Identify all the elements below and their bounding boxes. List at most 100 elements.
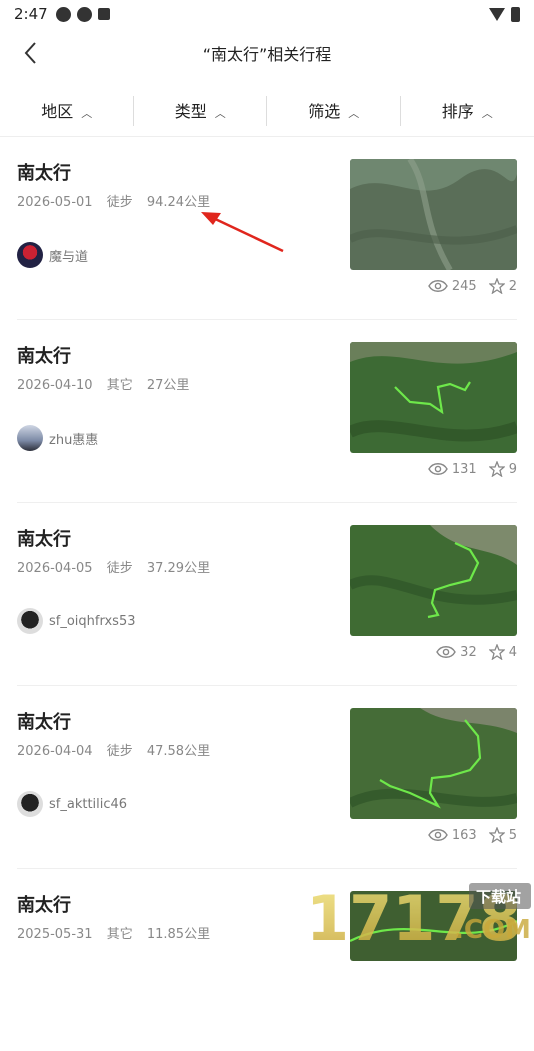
chevron-left-icon <box>16 38 46 68</box>
author-name: zhu惠惠 <box>49 429 98 448</box>
status-bar: 2:47 <box>0 0 534 28</box>
author-name: sf_oiqhfrxs53 <box>49 614 136 629</box>
star-count: 5 <box>509 828 517 843</box>
trip-author[interactable]: sf_akttilic46 <box>17 791 127 817</box>
status-time: 2:47 <box>14 5 48 23</box>
trip-title: 南太行 <box>17 891 71 917</box>
trip-stats: 163 5 <box>416 827 517 843</box>
view-count: 245 <box>452 279 477 294</box>
trip-title: 南太行 <box>17 525 71 551</box>
app-header: “南太行”相关行程 <box>0 28 534 78</box>
app-a-icon <box>98 8 110 20</box>
trip-distance: 11.85公里 <box>147 927 210 942</box>
trip-title: 南太行 <box>17 159 71 185</box>
trip-date: 2025-05-31 <box>17 927 93 942</box>
trip-map-thumbnail[interactable] <box>350 708 517 819</box>
stars-stat[interactable]: 4 <box>489 644 517 660</box>
trip-date: 2026-04-10 <box>17 378 93 393</box>
star-icon <box>489 278 505 294</box>
trip-stats: 131 9 <box>416 461 517 477</box>
author-name: sf_akttilic46 <box>49 797 127 812</box>
trip-map-thumbnail[interactable] <box>350 342 517 453</box>
views-stat: 32 <box>436 645 477 660</box>
trip-author[interactable]: sf_oiqhfrxs53 <box>17 608 136 634</box>
filter-screen[interactable]: 筛选 ︿ <box>267 98 401 122</box>
app-notification-icon <box>56 7 71 22</box>
filter-region[interactable]: 地区 ︿ <box>0 98 134 122</box>
trip-type: 其它 <box>107 378 133 393</box>
stars-stat[interactable]: 2 <box>489 278 517 294</box>
star-icon <box>489 827 505 843</box>
filter-label: 筛选 <box>308 102 340 121</box>
trip-card[interactable]: 南太行 2026-04-10 其它 27公里 zhu惠惠 131 <box>17 320 517 503</box>
filter-type[interactable]: 类型 ︿ <box>134 98 268 122</box>
eye-icon <box>428 279 448 293</box>
page-title: “南太行”相关行程 <box>203 41 332 65</box>
annotation-arrow-icon <box>195 207 290 257</box>
trip-meta: 2025-05-31 其它 11.85公里 <box>17 923 220 942</box>
eye-icon <box>436 645 456 659</box>
view-count: 131 <box>452 462 477 477</box>
trip-title: 南太行 <box>17 342 71 368</box>
battery-icon <box>511 7 520 22</box>
star-count: 9 <box>509 462 517 477</box>
avatar <box>17 425 43 451</box>
avatar <box>17 608 43 634</box>
avatar <box>17 791 43 817</box>
stars-stat[interactable]: 9 <box>489 461 517 477</box>
trip-card[interactable]: 南太行 2026-04-04 徒步 47.58公里 sf_akttilic46 … <box>17 686 517 869</box>
trip-title: 南太行 <box>17 708 71 734</box>
trip-type: 其它 <box>107 927 133 942</box>
avatar <box>17 242 43 268</box>
eye-icon <box>428 462 448 476</box>
notification-icons <box>56 7 110 22</box>
trip-stats: 245 2 <box>416 278 517 294</box>
system-icons <box>489 7 520 22</box>
trip-author[interactable]: zhu惠惠 <box>17 425 98 451</box>
trip-meta: 2026-04-10 其它 27公里 <box>17 374 199 393</box>
star-icon <box>489 644 505 660</box>
trip-type: 徒步 <box>107 561 133 576</box>
trip-distance: 47.58公里 <box>147 744 210 759</box>
star-count: 2 <box>509 279 517 294</box>
view-count: 163 <box>452 828 477 843</box>
chevron-up-icon: ︿ <box>482 107 493 120</box>
chevron-up-icon: ︿ <box>215 107 226 120</box>
site-watermark: 17178 下载站 .COM <box>304 878 534 950</box>
trip-stats: 32 4 <box>424 644 517 660</box>
trip-meta: 2026-05-01 徒步 94.24公里 <box>17 191 220 210</box>
eye-icon <box>428 828 448 842</box>
views-stat: 163 <box>428 828 477 843</box>
trip-distance: 27公里 <box>147 378 190 393</box>
svg-text:下载站: 下载站 <box>476 888 521 906</box>
filter-label: 排序 <box>442 102 474 121</box>
author-name: 魔与道 <box>49 246 88 265</box>
view-count: 32 <box>460 645 477 660</box>
wifi-icon <box>489 8 505 21</box>
trip-map-thumbnail[interactable] <box>350 159 517 270</box>
chevron-up-icon: ︿ <box>348 107 359 120</box>
filter-label: 类型 <box>175 102 207 121</box>
trip-map-thumbnail[interactable] <box>350 525 517 636</box>
back-button[interactable] <box>16 38 46 68</box>
star-icon <box>489 461 505 477</box>
views-stat: 245 <box>428 279 477 294</box>
stars-stat[interactable]: 5 <box>489 827 517 843</box>
filter-label: 地区 <box>41 102 73 121</box>
trip-author[interactable]: 魔与道 <box>17 242 88 268</box>
trip-date: 2026-04-05 <box>17 561 93 576</box>
trip-meta: 2026-04-04 徒步 47.58公里 <box>17 740 220 759</box>
app-notification-icon <box>77 7 92 22</box>
star-count: 4 <box>509 645 517 660</box>
svg-text:.COM: .COM <box>454 915 531 945</box>
watermark-logo: 17178 下载站 .COM <box>304 878 534 950</box>
views-stat: 131 <box>428 462 477 477</box>
chevron-up-icon: ︿ <box>81 107 92 120</box>
filter-bar: 地区 ︿ 类型 ︿ 筛选 ︿ 排序 ︿ <box>0 84 534 137</box>
trip-date: 2026-04-04 <box>17 744 93 759</box>
trip-distance: 37.29公里 <box>147 561 210 576</box>
trip-card[interactable]: 南太行 2026-04-05 徒步 37.29公里 sf_oiqhfrxs53 … <box>17 503 517 686</box>
trip-type: 徒步 <box>107 744 133 759</box>
filter-sort[interactable]: 排序 ︿ <box>401 98 534 122</box>
trip-type: 徒步 <box>107 195 133 210</box>
